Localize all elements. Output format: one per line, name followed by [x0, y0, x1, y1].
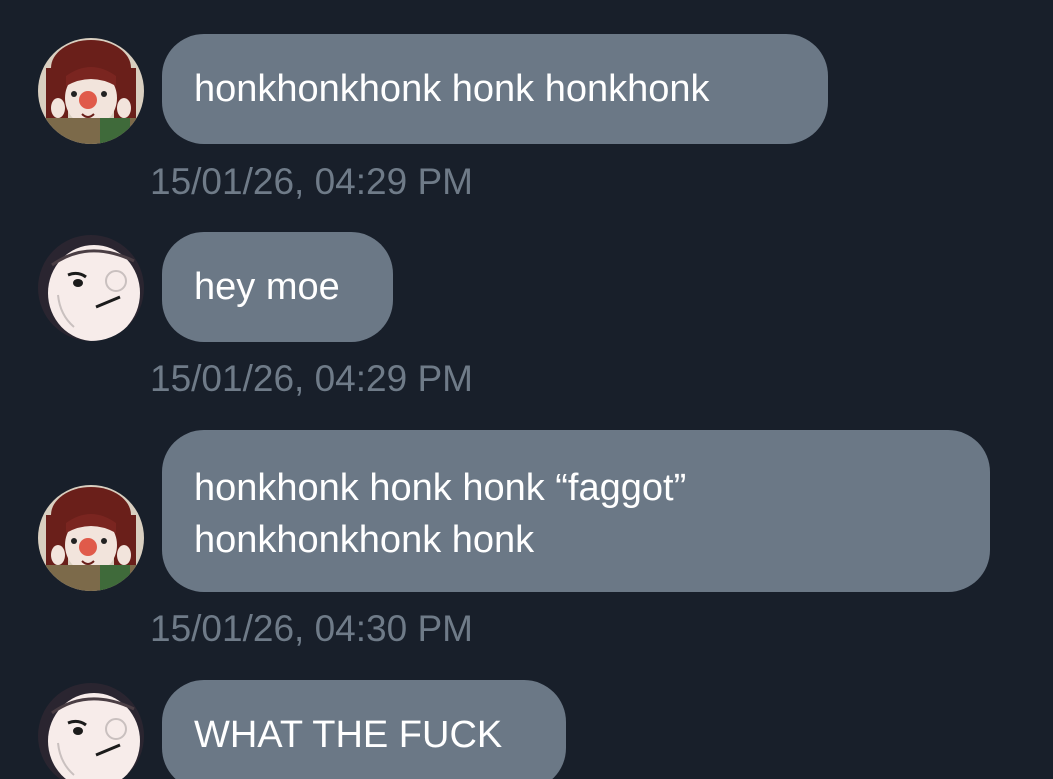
message-timestamp: 15/01/26, 04:30 PM — [150, 608, 473, 649]
message-bubble[interactable]: hey moe — [162, 232, 393, 342]
message-bubble[interactable]: honkhonk honk honk “faggot” honkhonkhonk… — [162, 430, 990, 592]
message-bubble[interactable]: WHAT THE FUCK — [162, 680, 566, 779]
avatar-moe[interactable] — [38, 683, 144, 779]
moe-avatar-icon — [38, 235, 144, 341]
message-timestamp: 15/01/26, 04:29 PM — [150, 161, 473, 202]
message-text: honkhonkhonk honk honkhonk — [194, 68, 710, 110]
message-text: hey moe — [194, 266, 340, 308]
message-text: WHAT THE FUCK — [194, 714, 503, 756]
avatar-moe[interactable] — [38, 235, 144, 341]
moe-avatar-icon — [38, 683, 144, 779]
clown-avatar-icon — [38, 485, 144, 591]
message-text: honkhonk honk honk “faggot” honkhonkhonk… — [194, 467, 687, 561]
avatar-clown[interactable] — [38, 485, 144, 591]
chat-thread: honkhonkhonk honk honkhonk 15/01/26, 04:… — [0, 0, 1053, 779]
clown-avatar-icon — [38, 38, 144, 144]
message-bubble[interactable]: honkhonkhonk honk honkhonk — [162, 34, 828, 144]
message-timestamp: 15/01/26, 04:29 PM — [150, 358, 473, 399]
avatar-clown[interactable] — [38, 38, 144, 144]
